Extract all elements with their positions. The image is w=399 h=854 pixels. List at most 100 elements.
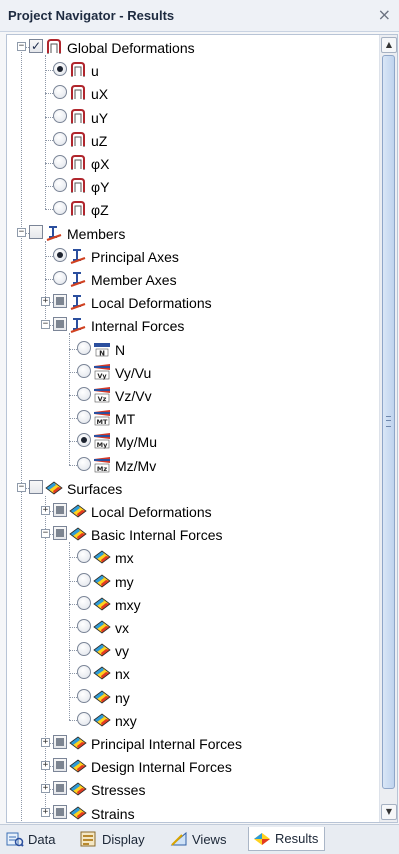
- tab-label: Views: [192, 831, 227, 847]
- tree-radio[interactable]: [53, 85, 67, 100]
- tree-radio[interactable]: [53, 155, 67, 169]
- tree-row[interactable]: ny: [7, 687, 377, 710]
- tree-row[interactable]: NN: [7, 339, 377, 362]
- tree-row[interactable]: Vy Vy/Vu: [7, 362, 377, 385]
- scroll-up-button[interactable]: ▲: [381, 37, 397, 53]
- tree-radio[interactable]: [53, 247, 67, 262]
- tree-radio[interactable]: [53, 201, 67, 216]
- tree-row[interactable]: uZ: [7, 130, 377, 153]
- tree-row[interactable]: My My/Mu: [7, 431, 377, 454]
- tree-radio[interactable]: [77, 711, 91, 726]
- tree-radio[interactable]: [77, 688, 91, 703]
- tree-checkbox[interactable]: ✓: [29, 39, 43, 53]
- tree-radio[interactable]: [77, 642, 91, 657]
- collapse-icon[interactable]: −: [17, 482, 26, 492]
- scroll-down-button[interactable]: ▼: [381, 804, 397, 820]
- tree-checkbox[interactable]: [53, 781, 67, 796]
- tree-row[interactable]: mx: [7, 547, 377, 570]
- expand-icon[interactable]: +: [41, 506, 50, 515]
- tree-radio[interactable]: [77, 595, 91, 610]
- tree-row[interactable]: nx: [7, 663, 377, 686]
- tab-label: Display: [102, 831, 145, 847]
- tree-row[interactable]: uY: [7, 107, 377, 130]
- tree-row[interactable]: + Stresses: [7, 779, 377, 802]
- expand-icon[interactable]: +: [41, 738, 50, 747]
- tree-row[interactable]: Principal Axes: [7, 246, 377, 269]
- tree-item-label: My/Mu: [115, 434, 157, 451]
- vertical-scrollbar[interactable]: ▲ ▼: [379, 35, 397, 822]
- tree-radio[interactable]: [77, 572, 91, 587]
- tree-radio[interactable]: [77, 433, 91, 448]
- tree-radio[interactable]: [53, 62, 67, 77]
- tree-row[interactable]: − Basic Internal Forces: [7, 524, 377, 547]
- tree-checkbox[interactable]: [53, 735, 67, 749]
- surface-icon: [69, 525, 87, 542]
- tree-row[interactable]: − ✓ Global Deformations: [7, 37, 377, 60]
- surface-icon: [93, 548, 111, 565]
- expand-icon[interactable]: +: [41, 784, 50, 794]
- tree-radio[interactable]: [53, 178, 67, 193]
- tree-row[interactable]: − Internal Forces: [7, 315, 377, 338]
- tree-row[interactable]: Member Axes: [7, 269, 377, 292]
- tree-row[interactable]: φY: [7, 176, 377, 199]
- tree-checkbox[interactable]: [53, 526, 67, 541]
- tree-radio[interactable]: [77, 549, 91, 564]
- tree-checkbox[interactable]: [53, 758, 67, 773]
- tree-row[interactable]: u: [7, 60, 377, 83]
- tree-row[interactable]: + Design Internal Forces: [7, 756, 377, 779]
- moment-mt-icon: MT: [93, 409, 111, 426]
- tree-row[interactable]: uX: [7, 83, 377, 106]
- tree-row[interactable]: − Surfaces: [7, 478, 377, 501]
- tree-radio[interactable]: [53, 108, 67, 123]
- collapse-icon[interactable]: −: [41, 529, 50, 539]
- tree-row[interactable]: + Strains: [7, 803, 377, 822]
- tree-row[interactable]: nxy: [7, 710, 377, 733]
- expand-icon[interactable]: +: [41, 297, 50, 307]
- tree-checkbox[interactable]: [53, 804, 67, 819]
- surface-icon: [93, 664, 111, 681]
- collapse-icon[interactable]: −: [17, 42, 26, 51]
- tree-item-label: my: [115, 573, 134, 590]
- tree-row[interactable]: Vz Vz/Vv: [7, 385, 377, 408]
- tree-row[interactable]: vx: [7, 617, 377, 640]
- tree-item-label: mx: [115, 550, 134, 567]
- tab-results[interactable]: Results: [248, 827, 326, 851]
- tree-radio[interactable]: [77, 363, 91, 378]
- tree-radio[interactable]: [53, 131, 67, 146]
- close-button[interactable]: ×: [378, 7, 391, 23]
- tree-row[interactable]: φX: [7, 153, 377, 176]
- tree-radio[interactable]: [77, 456, 91, 471]
- tree-row[interactable]: MT MT: [7, 408, 377, 431]
- expand-icon[interactable]: +: [41, 761, 50, 771]
- tree-row[interactable]: + Local Deformations: [7, 292, 377, 315]
- tree-row[interactable]: mxy: [7, 594, 377, 617]
- tree-row[interactable]: Mz Mz/Mv: [7, 455, 377, 478]
- tree-row-connector: [69, 650, 77, 652]
- expand-icon[interactable]: +: [41, 807, 50, 817]
- tree-row[interactable]: + Local Deformations: [7, 501, 377, 524]
- tree-row[interactable]: φZ: [7, 199, 377, 222]
- tree-checkbox[interactable]: [29, 224, 43, 239]
- tree-radio[interactable]: [77, 665, 91, 680]
- tree-radio[interactable]: [77, 619, 91, 633]
- tree-checkbox[interactable]: [53, 317, 67, 332]
- tree-row[interactable]: vy: [7, 640, 377, 663]
- tree-row[interactable]: − Members: [7, 223, 377, 246]
- tree-checkbox[interactable]: [53, 503, 67, 517]
- tree-radio[interactable]: [77, 410, 91, 425]
- scrollbar-thumb[interactable]: [382, 55, 395, 789]
- collapse-icon[interactable]: −: [41, 320, 50, 330]
- tree-row[interactable]: + Principal Internal Forces: [7, 733, 377, 756]
- tree-row[interactable]: my: [7, 571, 377, 594]
- tree-radio[interactable]: [77, 340, 91, 355]
- tree-radio[interactable]: [53, 271, 67, 285]
- tree-radio[interactable]: [77, 387, 91, 401]
- tree-checkbox[interactable]: [29, 479, 43, 494]
- tab-views[interactable]: Views: [170, 827, 226, 851]
- moment-my-icon: My: [93, 432, 111, 449]
- tab-data[interactable]: Data: [6, 827, 55, 851]
- tab-display[interactable]: Display: [80, 827, 145, 851]
- collapse-icon[interactable]: −: [17, 227, 26, 237]
- tree-checkbox[interactable]: [53, 294, 67, 309]
- panel-header: Project Navigator - Results ×: [0, 0, 399, 32]
